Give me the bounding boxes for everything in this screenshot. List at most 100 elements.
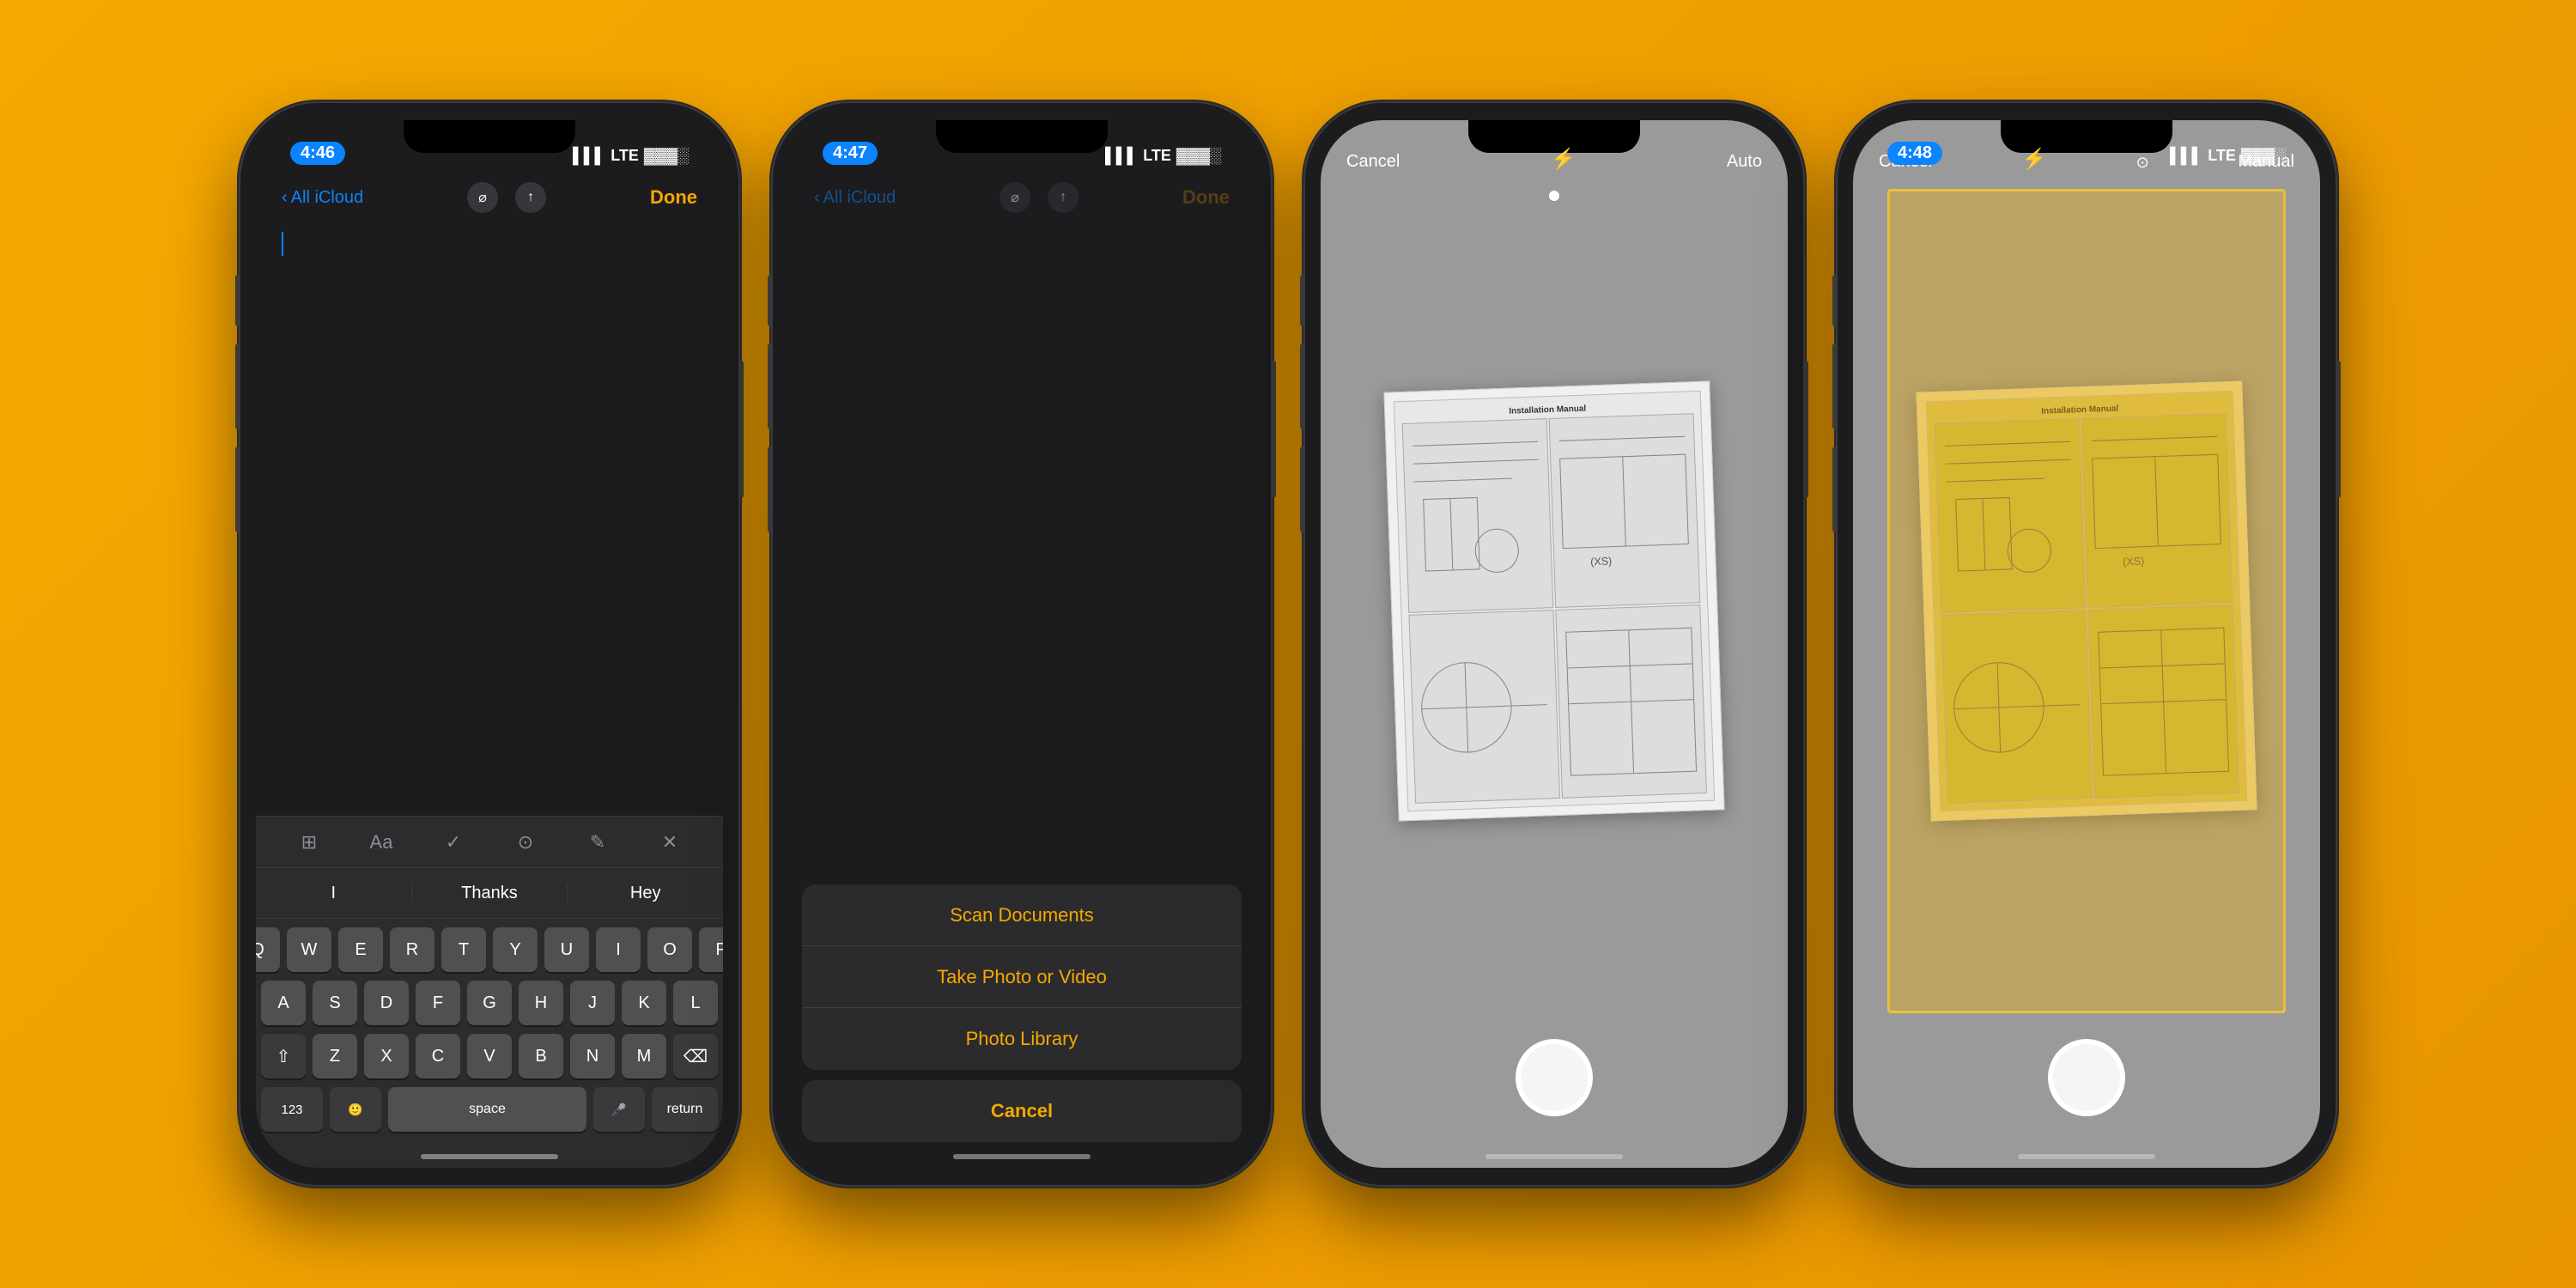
iphone-3: Cancel ⚡ Auto Installation Manual [1305,103,1803,1185]
nav-bar-2: ‹ All iCloud ⌀ ↑ Done [788,172,1255,223]
table-icon[interactable]: ⊞ [292,825,326,860]
key-b[interactable]: B [519,1034,563,1078]
time-1: 4:46 [290,142,345,165]
key-f[interactable]: F [416,981,460,1025]
status-bar-2: 4:47 ▌▌▌ LTE ▓▓▓░ [788,120,1255,172]
svg-text:(XS): (XS) [1590,556,1613,568]
scan-documents-button[interactable]: Scan Documents [802,884,1242,946]
scanned-doc-3: Installation Manual [1383,381,1724,822]
key-v[interactable]: V [467,1034,512,1078]
key-h[interactable]: H [519,981,563,1025]
doc-cell-1 [1402,418,1554,612]
iphone-4: 4:48 ▌▌▌ LTE ▓▓▓░ Cancel ⚡ ⊙ Manual [1838,103,2336,1185]
return-key[interactable]: return [652,1087,718,1132]
headphones-icon[interactable]: ⌀ [467,182,498,213]
network-label-4: LTE [2208,147,2236,165]
camera-manual-content: 4:48 ▌▌▌ LTE ▓▓▓░ Cancel ⚡ ⊙ Manual [1853,120,2320,1168]
key-e[interactable]: E [338,927,383,972]
close-toolbar-icon[interactable]: ✕ [653,825,687,860]
key-m[interactable]: M [622,1034,666,1078]
screen-3: Cancel ⚡ Auto Installation Manual [1321,120,1788,1168]
key-u[interactable]: U [544,927,589,972]
nav-bar-1: ‹ All iCloud ⌀ ↑ Done [256,172,723,223]
status-icons-1: ▌▌▌ LTE ▓▓▓░ [573,147,689,165]
battery-icon-4: ▓▓▓░ [2241,147,2286,165]
key-j[interactable]: J [570,981,615,1025]
shutter-button-4[interactable] [2048,1039,2125,1116]
cancel-button[interactable]: Cancel [802,1080,1242,1142]
space-key[interactable]: space [388,1087,586,1132]
pred-word-3[interactable]: Hey [568,884,723,903]
key-row-1: Q W E R T Y U I O P [261,927,718,972]
key-k[interactable]: K [622,981,666,1025]
nav-icons-1: ⌀ ↑ [467,182,546,213]
key-r[interactable]: R [390,927,434,972]
shift-key[interactable]: ⇧ [261,1034,306,1078]
shutter-button-3[interactable] [1516,1039,1593,1116]
action-sheet-content: 4:47 ▌▌▌ LTE ▓▓▓░ ‹ All iCloud ⌀ ↑ [788,120,1255,1168]
key-n[interactable]: N [570,1034,615,1078]
home-indicator-2 [953,1154,1091,1159]
status-bar-4: 4:48 ▌▌▌ LTE ▓▓▓░ [1853,120,2320,172]
checklist-icon[interactable]: ✓ [436,825,471,860]
key-q[interactable]: Q [256,927,280,972]
done-button-1[interactable]: Done [650,186,697,209]
live-dot-3 [1549,191,1559,201]
document-view-3: Installation Manual [1372,189,1736,1013]
delete-key[interactable]: ⌫ [673,1034,718,1078]
screen-1: 4:46 ▌▌▌ LTE ▓▓▓░ ‹ All iCloud ⌀ ↑ [256,120,723,1168]
key-g[interactable]: G [467,981,512,1025]
key-p[interactable]: P [699,927,723,972]
status-bar-1: 4:46 ▌▌▌ LTE ▓▓▓░ [256,120,723,172]
signal-icon: ▌▌▌ [573,147,605,165]
key-l[interactable]: L [673,981,718,1025]
take-photo-button[interactable]: Take Photo or Video [802,946,1242,1008]
pred-word-2[interactable]: Thanks [412,884,568,903]
key-z[interactable]: Z [313,1034,357,1078]
mic-key[interactable]: 🎤 [593,1087,645,1132]
numbers-key[interactable]: 123 [261,1087,323,1132]
camera-auto-content: Cancel ⚡ Auto Installation Manual [1321,120,1788,1168]
home-indicator-3 [1485,1154,1623,1159]
photo-library-button[interactable]: Photo Library [802,1008,1242,1070]
battery-icon-2: ▓▓▓░ [1176,147,1221,165]
status-icons-4: ▌▌▌ LTE ▓▓▓░ [2170,147,2286,165]
predictive-text-row: I Thanks Hey [256,867,723,919]
back-button-1[interactable]: ‹ All iCloud [282,188,363,208]
phones-container: 4:46 ▌▌▌ LTE ▓▓▓░ ‹ All iCloud ⌀ ↑ [240,103,2336,1185]
chevron-left-icon: ‹ [282,188,288,208]
sketch-icon[interactable]: ✎ [580,825,615,860]
share-icon[interactable]: ↑ [515,182,546,213]
signal-icon-2: ▌▌▌ [1105,147,1138,165]
format-icon[interactable]: Aa [364,825,398,860]
flash-icon-3[interactable]: ⚡ [1551,147,1577,172]
scan-detection-overlay [1887,189,2286,1013]
camera-viewfinder-3: Cancel ⚡ Auto Installation Manual [1321,120,1788,1168]
chevron-left-icon-2: ‹ [814,188,820,208]
camera-top-bar-3: Cancel ⚡ Auto [1321,120,1788,180]
doc-cell-4 [1555,605,1707,799]
key-c[interactable]: C [416,1034,460,1078]
key-row-4: 123 🙂 space 🎤 return [261,1087,718,1132]
key-d[interactable]: D [364,981,409,1025]
key-y[interactable]: Y [493,927,538,972]
home-indicator-4 [2018,1154,2155,1159]
key-w[interactable]: W [287,927,331,972]
camera-toolbar-icon[interactable]: ⊙ [508,825,543,860]
key-o[interactable]: O [647,927,692,972]
camera-mode-label-3: Auto [1727,152,1762,172]
key-s[interactable]: S [313,981,357,1025]
key-t[interactable]: T [441,927,486,972]
key-a[interactable]: A [261,981,306,1025]
doc-cell-2: (XS) [1549,413,1701,607]
key-x[interactable]: X [364,1034,409,1078]
formatting-toolbar: ⊞ Aa ✓ ⊙ ✎ ✕ [256,816,723,867]
key-i[interactable]: I [596,927,641,972]
action-group-main: Scan Documents Take Photo or Video Photo… [802,884,1242,1070]
back-label-1: All iCloud [291,188,363,208]
pred-word-1[interactable]: I [256,884,412,903]
keyboard: Q W E R T Y U I O P A S D [256,919,723,1168]
doc-cell-3 [1408,610,1560,804]
camera-cancel-button-3[interactable]: Cancel [1346,152,1400,172]
emoji-key[interactable]: 🙂 [330,1087,381,1132]
